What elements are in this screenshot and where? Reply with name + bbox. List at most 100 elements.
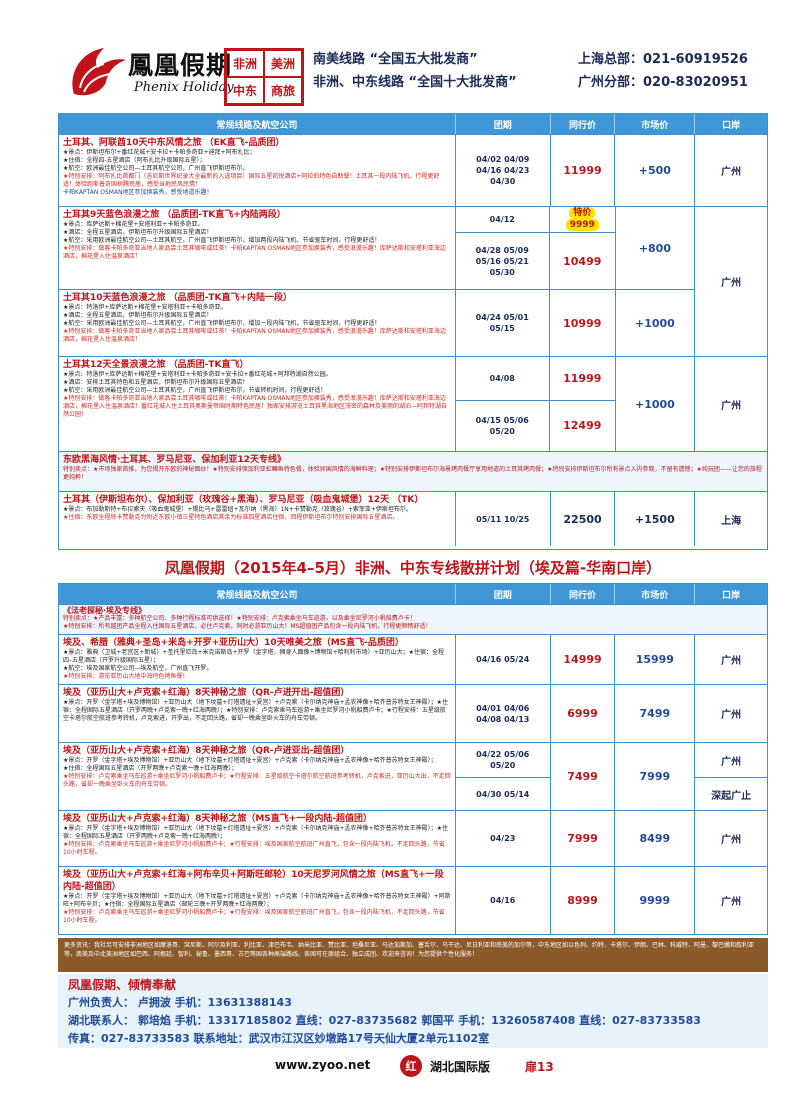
- trade-price: 14999: [551, 635, 616, 684]
- route-special: ★特别安排：卢克索乘坐马车巡游+乘坐尼罗河小帆船费卢卡；★行程安排：埃及国家航空…: [63, 841, 445, 856]
- route-line: ★酒店：全程五星酒店，伊斯坦布尔升级国际五星酒店！: [63, 229, 213, 236]
- market-price: 7499: [615, 685, 696, 742]
- trade-price: 7999: [551, 811, 616, 866]
- stamp-cell: 美洲: [264, 50, 302, 77]
- departure-dates: 04/24 05/01 05/15: [456, 290, 550, 356]
- table-row: 土耳其（伊斯坦布尔）、保加利亚（玫瑰谷+黑海）、罗马尼亚（吸血鬼城堡）12天 （…: [59, 491, 767, 546]
- table-row: 土耳其12天全景浪漫之旅 （品质团-TK直飞） ★景点：特洛伊+库萨达斯+棉花堡…: [59, 356, 767, 451]
- route-line: ★景点：库萨达斯+棉花堡+安塔利亚+卡帕多奇亚。: [63, 221, 204, 228]
- col-dates: 团期: [456, 584, 551, 604]
- route-line: ★景点：开罗（金字塔+埃及博物馆）+亚历山大（地下坟墓+灯塔遗址+夏宫）+卢克索…: [63, 757, 437, 764]
- departure-dates: 05/11 10/25: [456, 492, 551, 546]
- departure-dates: 04/01 04/06 04/08 04/13: [456, 685, 551, 742]
- departure-dates: 04/08: [456, 357, 550, 400]
- market-price: 15999: [615, 635, 696, 684]
- departure-dates: 04/16 05/24: [456, 635, 551, 684]
- page-number: 扉13: [525, 1060, 554, 1074]
- dates-price-group: 04/08 11999 04/15 05/06 05/20 12499: [455, 357, 616, 451]
- port: 广州: [721, 400, 742, 412]
- route-group: 土耳其9天蓝色浪漫之旅 （品质团-TK直飞+内陆两段） ★景点：库萨达斯+棉花堡…: [59, 207, 456, 356]
- sub-row: 04/15 05/06 05/20 12499: [456, 400, 615, 451]
- trade-price: 11999: [563, 371, 602, 385]
- route-title: 埃及（亚历山大+卢克索+红海）8天神秘之旅（QR-卢进开出-超值团）: [63, 688, 350, 698]
- slogan-line: 南美线路 “全国五大批发商”: [313, 52, 478, 67]
- publication-logo-icon: 红: [400, 1055, 422, 1077]
- route-line: ★景点：特洛伊+库萨达斯+棉花堡+安塔利亚+卡帕多奇亚+安卡拉+番红花城+阿邦特…: [63, 371, 332, 378]
- route-note: 卡帕KAPTAN OSMAN地区参加换装秀，感受地道乐趣！: [63, 189, 213, 196]
- footer-title: 凤凰假期、倾情奉献: [68, 978, 177, 992]
- market-price: 8499: [615, 811, 696, 866]
- route-desc: 埃及（亚历山大+卢克索+红海）8天神秘之旅（QR-卢进开出-超值团） ★景点：开…: [59, 685, 456, 742]
- office-phones: 上海总部：021-60919526 广州分部：020-83020951: [578, 48, 748, 94]
- route-line: ★航空：采用欧洲最佳航空公司—土耳其航空，广州直飞伊斯坦布尔，增加两段内陆飞机，…: [63, 237, 381, 244]
- table-row: 埃及（亚历山大+卢克索+红海）8天神秘之旅（QR-卢进亚出-超值团） ★景点：开…: [59, 742, 768, 810]
- route-title: 土耳其9天蓝色浪漫之旅 （品质团-TK直飞+内陆两段）: [63, 210, 286, 220]
- col-port: 口岸: [722, 590, 741, 601]
- bottom-strip: www.zyoo.net 红 湖北国际版 扉13: [0, 1052, 800, 1082]
- route-title: 土耳其12天全景浪漫之旅 （品质团-TK直飞）: [63, 360, 249, 370]
- table-header: 常规线路及航空公司 团期 同行价 市场价 口岸: [59, 584, 767, 604]
- more-routes-note: 更多资讯：我社另可安排非洲地区如摩洛哥、突尼斯、阿尔及利亚、利比亚、津巴布韦、纳…: [58, 938, 768, 972]
- route-title: 土耳其、阿联酋10天中东风情之旅 （EK直飞-品质团）: [63, 138, 285, 148]
- port: 广州: [695, 743, 768, 779]
- route-desc: 土耳其12天全景浪漫之旅 （品质团-TK直飞） ★景点：特洛伊+库萨达斯+棉花堡…: [59, 357, 456, 451]
- route-desc: 埃及（亚历山大+卢克索+红海+阿布辛贝+阿斯旺邮轮）10天尼罗河风情之旅（MS直…: [59, 867, 456, 934]
- special-price-badge: 特价 9999: [550, 207, 615, 232]
- egypt-intro-line: 特别卖点：★产品丰富：多种航空公司、多种行程标准可供选择！★特别安排：卢克索乘坐…: [63, 615, 416, 622]
- table-row: 埃及（亚历山大+卢克索+红海）8天神秘之旅（MS直飞+一段内陆-超值团） ★景点…: [59, 810, 767, 866]
- route-line: ★航空：欧洲最佳航空公司—土耳其航空公司，广州直飞伊斯坦布尔。: [63, 165, 249, 172]
- market-price: +1500: [615, 492, 696, 546]
- sub-row: 04/28 05/09 05/16 05/21 05/30 10499: [455, 232, 615, 291]
- route-line: ★酒店：安排土耳其特色和五星酒店，伊斯坦布尔升级国际五星酒店！: [63, 379, 249, 386]
- route-line: ★景点：布加勒斯特+布拉索夫（吸血鬼城堡）+锡比乌+雷雷纽+瓦尔纳（黑海）1N+…: [63, 506, 412, 513]
- table-header: 常规线路及航空公司 团期 同行价 市场价 口岸: [59, 114, 767, 134]
- table-row-group: 土耳其9天蓝色浪漫之旅 （品质团-TK直飞+内陆两段） ★景点：库萨达斯+棉花堡…: [59, 206, 767, 356]
- region-stamp: 非洲 美洲 中东 商旅: [224, 48, 304, 106]
- balkan-intro: 东欧黑海风情·土耳其、罗马尼亚、保加利亚12天专线》 特别卖点：★市场独家首推，…: [59, 451, 767, 491]
- dates-group: 04/22 05/06 05/20 04/30 05/14: [455, 743, 551, 810]
- col-route: 常规线路及航空公司: [59, 114, 456, 134]
- route-special: ★特别安排：做客卡帕多奇亚当地人家品尝土耳其咖啡或红茶！卡帕KAPTAN OSM…: [63, 395, 448, 418]
- trade-price: 7499: [551, 743, 616, 810]
- website-link[interactable]: www.zyoo.net: [275, 1058, 370, 1072]
- sub-row: 04/08 11999: [455, 357, 615, 401]
- route-special: ★特别安排：做客卡帕多奇亚当地人家品尝土耳其咖啡或红茶！卡帕KAPTAN OSM…: [63, 328, 446, 344]
- trade-price: 22500: [551, 492, 616, 546]
- egypt-intro: 《法老探秘·埃及专线》 特别卖点：★产品丰富：多种航空公司、多种行程标准可供选择…: [59, 604, 767, 634]
- col-port: 口岸: [722, 120, 741, 131]
- edition-label: 湖北国际版: [430, 1060, 491, 1074]
- brand-name-en: Phenix Holiday: [134, 80, 234, 95]
- col-market-price: 市场价: [615, 114, 696, 134]
- port: 深起广止: [711, 790, 752, 802]
- route-line: ★住宿：全程国际五星酒店（开罗两晚+卢克索一晚+红海两晚）；: [63, 765, 238, 772]
- route-title: 埃及（亚历山大+卢克索+红海）8天神秘之旅（MS直飞+一段内陆-超值团）: [63, 814, 373, 824]
- route-line: ★住宿：全程四-五星酒店（阿布扎比升级国际五星）；: [63, 157, 206, 164]
- port: 广州: [721, 710, 742, 721]
- route-special: ★住宿：东欧全程除卡赞勒克为附近东欧小镇三星特色酒店其余为标准四星酒店住宿，回程…: [63, 514, 399, 521]
- route-title: 埃及（亚历山大+卢克索+红海+阿布辛贝+阿斯旺邮轮）10天尼罗河风情之旅（MS直…: [63, 870, 444, 892]
- route-line: ★航空：埃及国家航空公司—埃及航空，广州直飞开罗。: [63, 665, 213, 672]
- departure-dates: 04/15 05/06 05/20: [456, 400, 550, 451]
- route-line: ★景点：伊斯坦布尔+番红花城+安卡拉+卡帕多奇亚+迪拜+阿布扎比；: [63, 149, 256, 156]
- departure-dates: 04/23: [456, 811, 551, 866]
- stamp-cell: 非洲: [226, 50, 264, 77]
- col-market-price: 市场价: [615, 584, 696, 604]
- route-special: ★特别安排：卢克索乘坐马车巡游+乘坐尼罗河小帆船费卢卡；★行程安排：埃及国家航空…: [63, 909, 445, 924]
- egypt-intro-title: 《法老探秘·埃及专线》: [63, 606, 147, 615]
- port: 广州: [721, 278, 742, 289]
- date-line: 04/16 04/23: [476, 166, 530, 175]
- route-special: ★特别安排：游览亚历山大地中海特色烤鱼餐！: [63, 673, 189, 680]
- phoenix-logo-icon: [72, 48, 126, 96]
- date-line: 05/16 05/21: [475, 256, 529, 266]
- slogan-line: 非洲、中东线路 “全国十大批发商”: [313, 75, 517, 90]
- col-trade-price: 同行价: [551, 584, 616, 604]
- trade-price: 10999: [563, 316, 602, 330]
- branch-phone: 广州分部：020-83020951: [578, 75, 748, 90]
- date-line: 04/15 05/06: [475, 415, 529, 425]
- route-title: 埃及、希腊（雅典+圣岛+米岛+开罗+亚历山大）10天唯美之旅（MS直飞-品质团）: [63, 638, 404, 648]
- route-line: ★景点：开罗（金字塔+埃及博物馆）+亚历山大（地下坟墓+灯塔遗址+夏宫）+卢克索…: [63, 699, 448, 722]
- date-line: 05/15: [489, 324, 515, 334]
- table-row: 埃及（亚历山大+卢克索+红海）8天神秘之旅（QR-卢进开出-超值团） ★景点：开…: [59, 684, 767, 742]
- date-line: 04/08 04/13: [476, 714, 530, 724]
- dates-price-group: 04/12 特价 9999 04/28 05/09 05/16 05/21 05…: [455, 207, 616, 356]
